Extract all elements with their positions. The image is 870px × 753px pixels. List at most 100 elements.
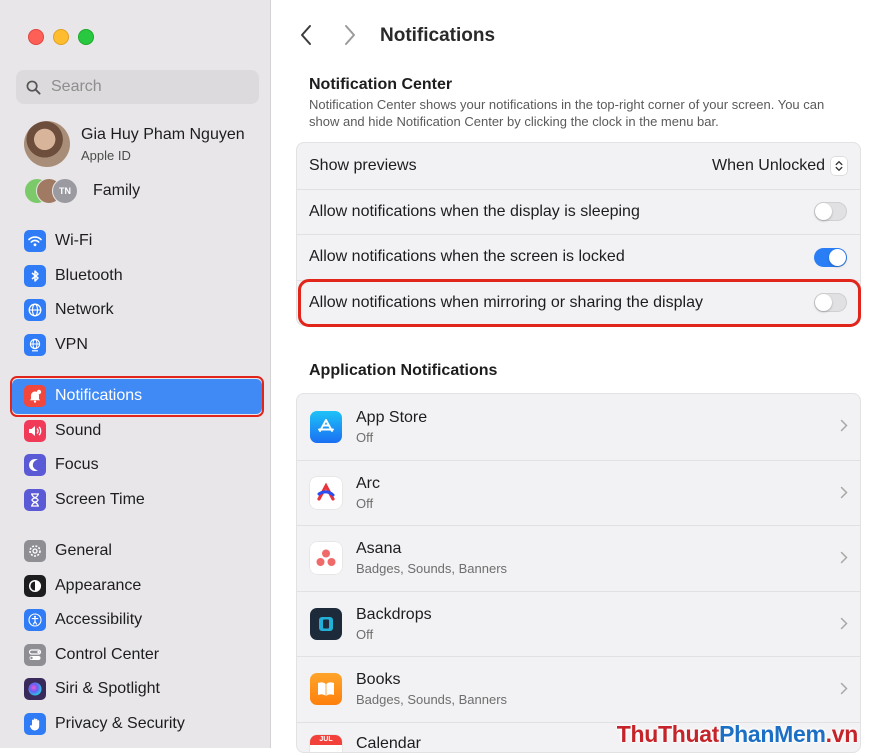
up-down-chevron-icon (831, 157, 847, 175)
sidebar-item-notifications[interactable]: Notifications (12, 379, 262, 414)
chevron-right-icon (840, 486, 848, 499)
row-label: Allow notifications when mirroring or sh… (309, 294, 703, 312)
sidebar-item-siri-spotlight[interactable]: Siri & Spotlight (12, 672, 262, 707)
display-sleeping-row: Allow notifications when the display is … (297, 189, 860, 235)
chevron-right-icon (840, 682, 848, 695)
notification-center-heading: Notification Center (309, 76, 452, 94)
chevron-right-icon (840, 617, 848, 630)
chevron-right-icon (840, 419, 848, 432)
hourglass-icon (24, 489, 46, 511)
sidebar-item-general[interactable]: General (12, 534, 262, 569)
window-controls (28, 29, 94, 45)
sidebar-item-label: VPN (55, 336, 88, 354)
sidebar-item-label: Control Center (55, 646, 159, 664)
sidebar-item-label: Sound (55, 422, 101, 440)
sidebar-item-control-center[interactable]: Control Center (12, 638, 262, 673)
sidebar-item-network[interactable]: Network (12, 293, 262, 328)
row-label: Allow notifications when the screen is l… (309, 248, 625, 266)
watermark-part: ThuThuat (617, 721, 719, 747)
app-row-backdrops[interactable]: Backdrops Off (297, 591, 860, 657)
toolbar: Notifications (271, 0, 870, 70)
sidebar-group-notifications: Notifications Sound Focus Screen Time (12, 379, 262, 517)
app-status: Badges, Sounds, Banners (356, 561, 507, 576)
sidebar-item-label: Siri & Spotlight (55, 680, 160, 698)
app-row-asana[interactable]: Asana Badges, Sounds, Banners (297, 525, 860, 591)
search-input[interactable] (49, 77, 243, 97)
row-label: Allow notifications when the display is … (309, 203, 640, 221)
hand-icon (24, 713, 46, 735)
sidebar-item-privacy-security[interactable]: Privacy & Security (12, 707, 262, 742)
mirroring-sharing-toggle[interactable] (814, 293, 847, 312)
sidebar-item-label: Accessibility (55, 611, 142, 629)
calendar-month-label: JUL (310, 735, 342, 745)
app-status: Off (356, 430, 427, 445)
sidebar-group-system: General Appearance Accessibility Control… (12, 534, 262, 741)
app-store-icon (310, 411, 342, 443)
sidebar-group-network: Wi-Fi Bluetooth Network VPN (12, 224, 262, 362)
search-field[interactable] (16, 70, 259, 104)
show-previews-popup[interactable]: When Unlocked (712, 157, 847, 175)
sidebar-item-label: Network (55, 301, 114, 319)
display-sleeping-toggle[interactable] (814, 202, 847, 221)
sidebar-item-bluetooth[interactable]: Bluetooth (12, 259, 262, 294)
app-status: Badges, Sounds, Banners (356, 692, 507, 707)
mirroring-sharing-row: Allow notifications when mirroring or sh… (297, 280, 860, 326)
notification-center-description: Notification Center shows your notificat… (309, 96, 849, 130)
sidebar-item-appearance[interactable]: Appearance (12, 569, 262, 604)
appearance-icon (24, 575, 46, 597)
family-item[interactable]: TN Family (24, 178, 140, 204)
bell-icon (24, 385, 46, 407)
app-name: Backdrops (356, 606, 432, 624)
show-previews-row: Show previews When Unlocked (297, 143, 860, 189)
profile-subtitle: Apple ID (81, 148, 245, 163)
search-icon (26, 80, 41, 95)
sidebar-item-focus[interactable]: Focus (12, 448, 262, 483)
row-label: Show previews (309, 157, 417, 175)
sidebar-item-label: Privacy & Security (55, 715, 185, 733)
wifi-icon (24, 230, 46, 252)
page-title: Notifications (380, 25, 495, 47)
zoom-window-button[interactable] (78, 29, 94, 45)
back-button[interactable] (299, 24, 313, 46)
sidebar-item-screen-time[interactable]: Screen Time (12, 483, 262, 518)
app-row-arc[interactable]: Arc Off (297, 460, 860, 526)
minimize-window-button[interactable] (53, 29, 69, 45)
sidebar-item-label: Wi-Fi (55, 232, 92, 250)
avatar (24, 121, 70, 167)
app-row-app-store[interactable]: App Store Off (297, 394, 860, 460)
screen-locked-toggle[interactable] (814, 248, 847, 267)
sidebar-item-label: Notifications (55, 387, 142, 405)
books-icon (310, 673, 342, 705)
app-status: Off (356, 627, 432, 642)
family-label: Family (93, 182, 140, 200)
app-row-books[interactable]: Books Badges, Sounds, Banners (297, 656, 860, 722)
app-name: Asana (356, 540, 507, 558)
sidebar-item-wifi[interactable]: Wi-Fi (12, 224, 262, 259)
moon-icon (24, 454, 46, 476)
sidebar-item-accessibility[interactable]: Accessibility (12, 603, 262, 638)
family-avatar-initials: TN (52, 178, 78, 204)
app-name: Books (356, 671, 507, 689)
speaker-icon (24, 420, 46, 442)
application-notifications-heading: Application Notifications (309, 362, 497, 380)
sidebar-item-label: Appearance (55, 577, 141, 595)
main-content: Notifications Notification Center Notifi… (271, 0, 870, 748)
vpn-globe-icon (24, 334, 46, 356)
forward-button[interactable] (343, 24, 357, 46)
asana-icon (310, 542, 342, 574)
watermark-part: .vn (826, 721, 858, 747)
gear-icon (24, 540, 46, 562)
watermark-part: PhanMem (719, 721, 826, 747)
control-center-icon (24, 644, 46, 666)
family-avatars: TN (24, 178, 84, 204)
sidebar-item-vpn[interactable]: VPN (12, 328, 262, 363)
globe-icon (24, 299, 46, 321)
app-status: Off (356, 496, 380, 511)
apple-id-profile[interactable]: Gia Huy Pham Nguyen Apple ID (24, 121, 245, 167)
close-window-button[interactable] (28, 29, 44, 45)
siri-icon (24, 678, 46, 700)
sidebar-item-sound[interactable]: Sound (12, 414, 262, 449)
accessibility-icon (24, 609, 46, 631)
sidebar-item-label: Bluetooth (55, 267, 123, 285)
arc-icon (310, 477, 342, 509)
